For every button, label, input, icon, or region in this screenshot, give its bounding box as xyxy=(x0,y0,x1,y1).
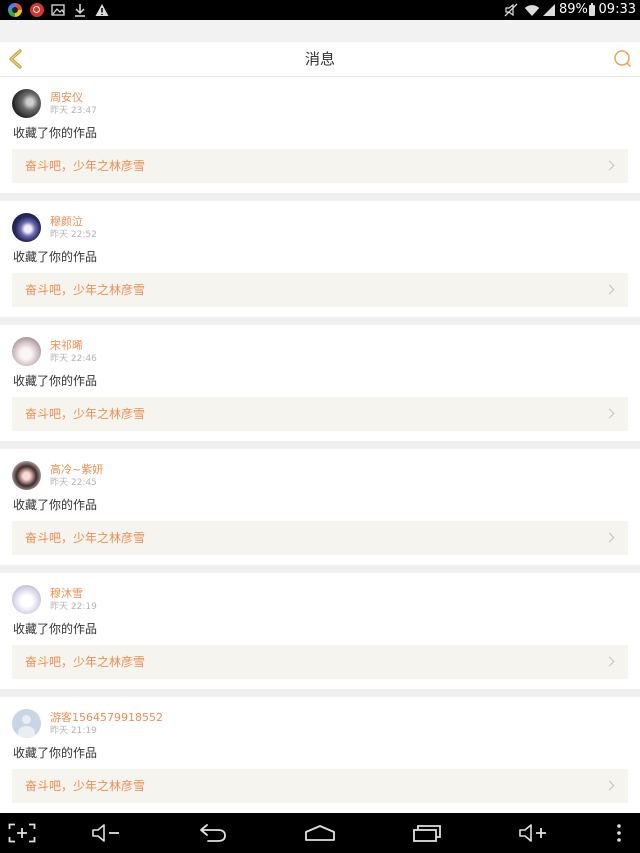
user-name[interactable]: 宋祁晞 xyxy=(50,339,83,352)
home-button[interactable] xyxy=(300,813,340,853)
message-timestamp: 昨天 22:45 xyxy=(50,478,97,488)
work-title: 奋斗吧，少年之林彦雪 xyxy=(25,407,146,421)
app-header: 消息 xyxy=(0,42,640,77)
work-title: 奋斗吧，少年之林彦雪 xyxy=(25,159,146,173)
volume-up-icon xyxy=(519,824,546,842)
avatar[interactable] xyxy=(12,89,41,118)
user-name[interactable]: 穆沐雪 xyxy=(50,587,83,600)
message-action-text: 收藏了你的作品 xyxy=(13,250,98,264)
work-link[interactable]: 奋斗吧，少年之林彦雪 xyxy=(12,273,628,307)
message-action-text: 收藏了你的作品 xyxy=(13,746,98,760)
page-title: 消息 xyxy=(304,50,335,68)
search-icon xyxy=(614,50,631,67)
recent-apps-button[interactable] xyxy=(407,813,447,853)
avatar[interactable] xyxy=(12,337,41,366)
message-item[interactable]: 游客1564579918552 昨天 21:19 收藏了你的作品 奋斗吧，少年之… xyxy=(0,697,640,813)
avatar[interactable] xyxy=(12,585,41,614)
message-timestamp: 昨天 22:19 xyxy=(50,602,97,612)
message-action-text: 收藏了你的作品 xyxy=(13,622,98,636)
message-action-text: 收藏了你的作品 xyxy=(13,126,98,140)
user-name[interactable]: 高冷~紫妍 xyxy=(50,463,103,476)
home-icon xyxy=(305,825,335,841)
message-item[interactable]: 周安仪 昨天 23:47 收藏了你的作品 奋斗吧，少年之林彦雪 xyxy=(0,77,640,193)
work-link[interactable]: 奋斗吧，少年之林彦雪 xyxy=(12,769,628,803)
avatar[interactable] xyxy=(12,213,41,242)
chevron-right-icon xyxy=(604,780,615,791)
message-item[interactable]: 穆沐雪 昨天 22:19 收藏了你的作品 奋斗吧，少年之林彦雪 xyxy=(0,573,640,689)
default-avatar[interactable] xyxy=(12,709,41,738)
message-action-text: 收藏了你的作品 xyxy=(13,374,98,388)
download-icon xyxy=(75,4,85,17)
volume-up-button[interactable] xyxy=(513,813,553,853)
wifi-icon xyxy=(524,5,540,17)
screenshot-icon xyxy=(8,823,36,843)
message-timestamp: 昨天 23:47 xyxy=(50,106,97,116)
battery-icon xyxy=(589,3,595,16)
search-button[interactable] xyxy=(612,49,632,69)
user-name[interactable]: 穆颜泣 xyxy=(50,215,83,228)
message-timestamp: 昨天 22:46 xyxy=(50,354,97,364)
work-link[interactable]: 奋斗吧，少年之林彦雪 xyxy=(12,521,628,555)
chevron-right-icon xyxy=(604,532,615,543)
message-action-text: 收藏了你的作品 xyxy=(13,498,98,512)
chevron-right-icon xyxy=(604,408,615,419)
app-notification-icon xyxy=(8,3,22,17)
user-name[interactable]: 游客1564579918552 xyxy=(50,711,163,724)
chevron-right-icon xyxy=(604,656,615,667)
navigation-bar xyxy=(0,813,640,853)
message-item[interactable]: 穆颜泣 昨天 22:52 收藏了你的作品 奋斗吧，少年之林彦雪 xyxy=(0,201,640,317)
chevron-right-icon xyxy=(604,284,615,295)
signal-icon xyxy=(543,4,555,16)
work-title: 奋斗吧，少年之林彦雪 xyxy=(25,779,146,793)
message-item[interactable]: 高冷~紫妍 昨天 22:45 收藏了你的作品 奋斗吧，少年之林彦雪 xyxy=(0,449,640,565)
back-nav-button[interactable] xyxy=(193,813,233,853)
message-timestamp: 昨天 22:52 xyxy=(50,230,97,240)
message-list: 周安仪 昨天 23:47 收藏了你的作品 奋斗吧，少年之林彦雪 穆颜泣 昨天 2… xyxy=(0,77,640,813)
back-icon xyxy=(200,824,226,842)
work-title: 奋斗吧，少年之林彦雪 xyxy=(25,531,146,545)
work-title: 奋斗吧，少年之林彦雪 xyxy=(25,283,146,297)
work-link[interactable]: 奋斗吧，少年之林彦雪 xyxy=(12,397,628,431)
message-item[interactable]: 宋祁晞 昨天 22:46 收藏了你的作品 奋斗吧，少年之林彦雪 xyxy=(0,325,640,441)
recent-apps-icon xyxy=(413,825,441,842)
clock: 09:33 xyxy=(598,2,636,17)
volume-down-button[interactable] xyxy=(86,813,126,853)
work-title: 奋斗吧，少年之林彦雪 xyxy=(25,655,146,669)
warning-icon xyxy=(95,4,109,16)
image-icon xyxy=(51,4,65,16)
mute-icon xyxy=(504,3,518,17)
user-name[interactable]: 周安仪 xyxy=(50,91,83,104)
menu-button[interactable] xyxy=(599,813,639,853)
screenshot-button[interactable] xyxy=(2,813,42,853)
volume-down-icon xyxy=(92,824,119,842)
message-timestamp: 昨天 21:19 xyxy=(50,726,97,736)
app-notification-icon xyxy=(30,3,44,17)
top-spacer xyxy=(0,20,640,42)
battery-level: 89% xyxy=(559,2,588,17)
avatar[interactable] xyxy=(12,461,41,490)
work-link[interactable]: 奋斗吧，少年之林彦雪 xyxy=(12,149,628,183)
menu-icon xyxy=(617,824,621,842)
work-link[interactable]: 奋斗吧，少年之林彦雪 xyxy=(12,645,628,679)
chevron-right-icon xyxy=(604,160,615,171)
status-bar: 89% 09:33 xyxy=(0,0,640,20)
